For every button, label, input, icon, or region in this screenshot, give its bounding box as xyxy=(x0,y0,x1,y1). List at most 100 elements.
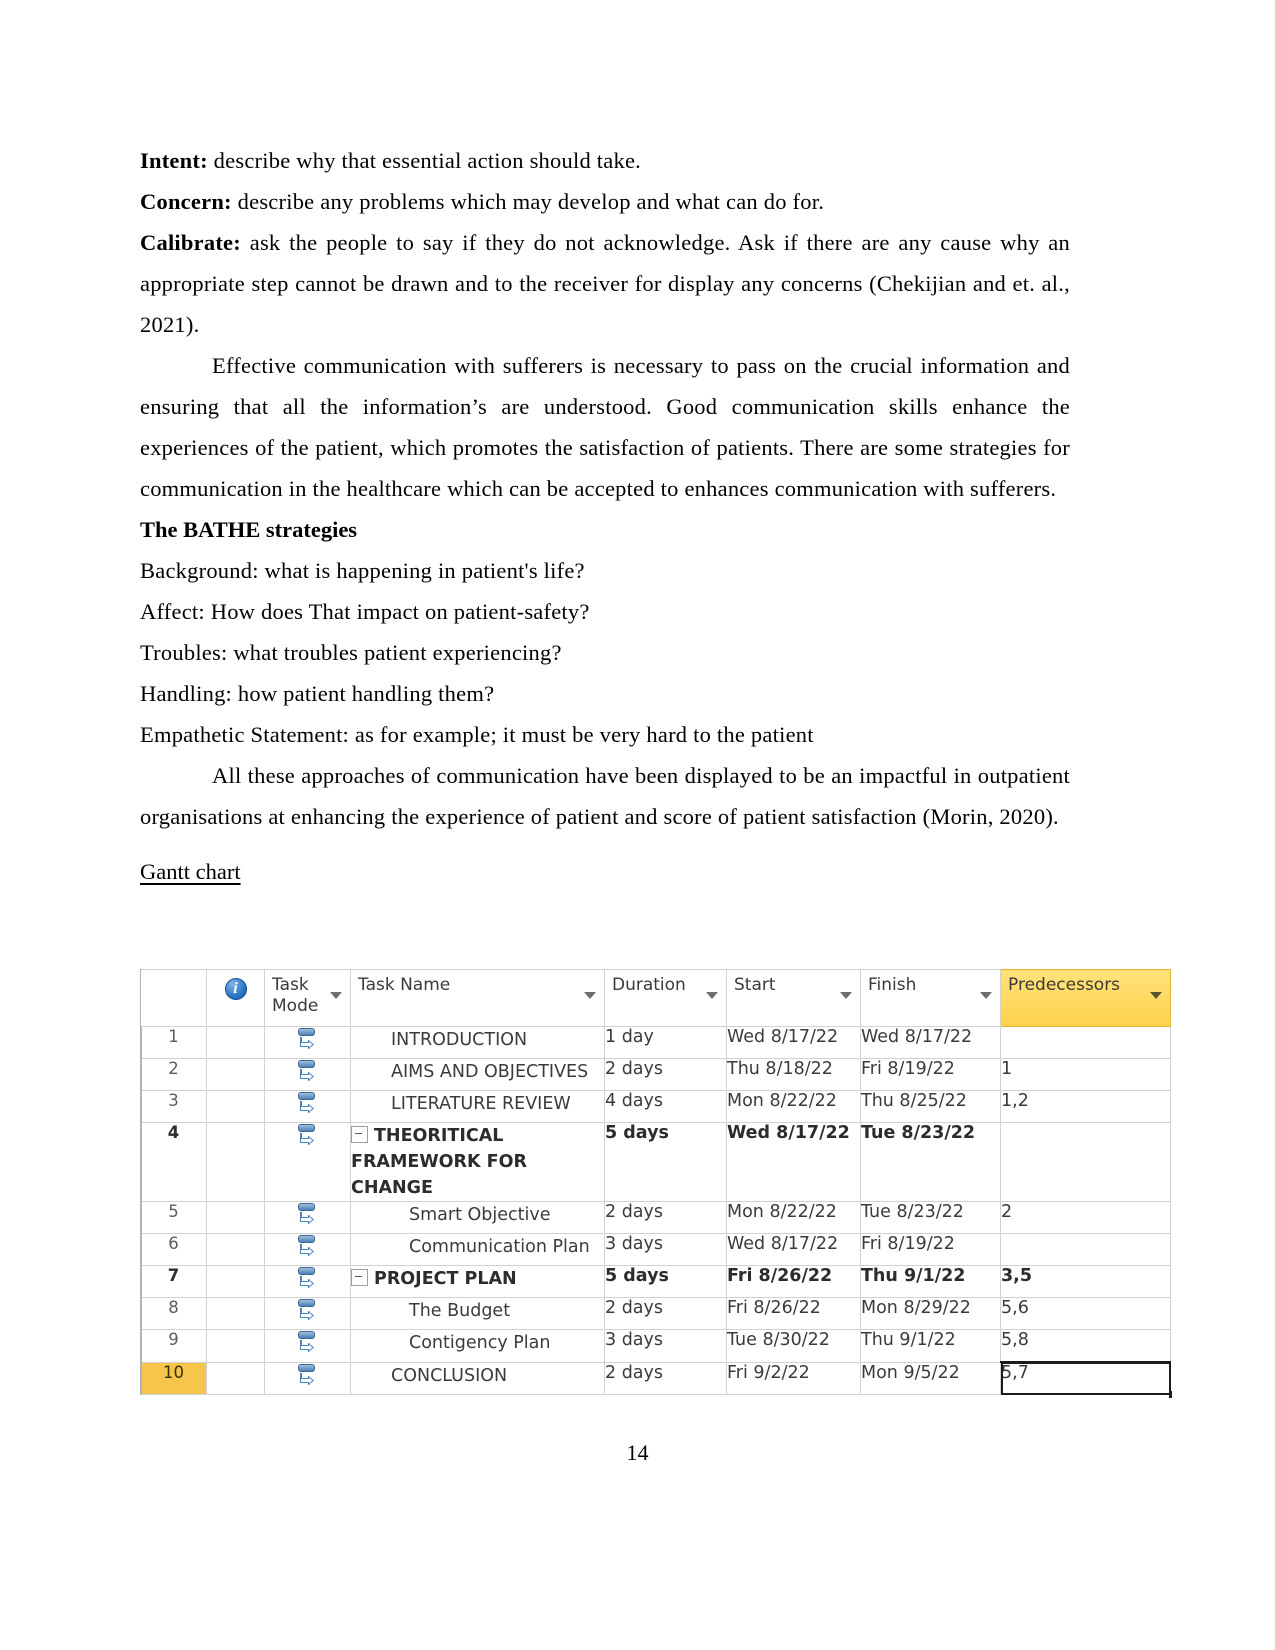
indicator-cell[interactable] xyxy=(206,1090,265,1123)
filter-arrow-icon-predecessors[interactable] xyxy=(1150,992,1162,999)
task-name-cell[interactable]: AIMS AND OBJECTIVES xyxy=(350,1058,605,1091)
start-date-cell[interactable]: Fri 9/2/22 xyxy=(726,1361,861,1395)
table-row[interactable]: 5 Smart Objective 2 days Mon 8/22/22 Tue 8/2… xyxy=(140,1201,1171,1234)
task-name-cell[interactable]: The Budget xyxy=(350,1297,605,1330)
duration-cell[interactable]: 1 day xyxy=(604,1026,727,1059)
start-date-cell[interactable]: Fri 8/26/22 xyxy=(726,1265,861,1298)
start-date-cell[interactable]: Wed 8/17/22 xyxy=(726,1122,861,1202)
collapse-toggle-icon[interactable] xyxy=(351,1269,368,1286)
predecessors-cell[interactable]: 1 xyxy=(1000,1058,1171,1091)
start-date-cell[interactable]: Mon 8/22/22 xyxy=(726,1201,861,1234)
table-row[interactable]: 6 Communication Plan 3 days Wed 8/17/22 Fri … xyxy=(140,1233,1171,1266)
column-header-duration[interactable]: Duration xyxy=(604,969,727,1027)
task-name-cell[interactable]: Communication Plan xyxy=(350,1233,605,1266)
row-id-cell[interactable]: 8 xyxy=(140,1297,207,1330)
duration-cell[interactable]: 2 days xyxy=(604,1361,727,1395)
predecessors-cell[interactable]: 5,7 xyxy=(1000,1361,1173,1398)
table-row[interactable]: 4 THEORITICAL FRAMEWORK FOR CHANGE 5 days W… xyxy=(140,1122,1171,1202)
task-mode-cell[interactable] xyxy=(264,1058,351,1091)
task-name-cell[interactable]: Contigency Plan xyxy=(350,1329,605,1363)
indicator-cell[interactable] xyxy=(206,1297,265,1330)
column-header-task-name[interactable]: Task Name xyxy=(350,969,605,1027)
table-row[interactable]: 3 LITERATURE REVIEW 4 days Mon 8/22/22 Thu 8… xyxy=(140,1090,1171,1123)
task-mode-cell[interactable] xyxy=(264,1090,351,1123)
column-header-id[interactable] xyxy=(140,969,207,1027)
finish-date-cell[interactable]: Wed 8/17/22 xyxy=(860,1026,1001,1059)
column-header-predecessors[interactable]: Predecessors xyxy=(1000,969,1171,1027)
predecessors-cell[interactable]: 2 xyxy=(1000,1201,1171,1234)
duration-cell[interactable]: 5 days xyxy=(604,1265,727,1298)
column-header-start[interactable]: Start xyxy=(726,969,861,1027)
row-id-cell[interactable]: 10 xyxy=(140,1361,207,1395)
predecessors-cell[interactable]: 1,2 xyxy=(1000,1090,1171,1123)
finish-date-cell[interactable]: Thu 9/1/22 xyxy=(860,1265,1001,1298)
duration-cell[interactable]: 4 days xyxy=(604,1090,727,1123)
column-header-task-mode[interactable]: Task Mode xyxy=(264,969,351,1027)
finish-date-cell[interactable]: Tue 8/23/22 xyxy=(860,1122,1001,1202)
table-row[interactable]: 10 CONCLUSION 2 days Fri 9/2/22 Mon 9/5/22 5,… xyxy=(140,1361,1173,1398)
finish-date-cell[interactable]: Mon 9/5/22 xyxy=(860,1361,1001,1395)
row-id-cell[interactable]: 3 xyxy=(140,1090,207,1123)
row-id-cell[interactable]: 9 xyxy=(140,1329,207,1363)
start-date-cell[interactable]: Mon 8/22/22 xyxy=(726,1090,861,1123)
column-header-finish[interactable]: Finish xyxy=(860,969,1001,1027)
task-mode-cell[interactable] xyxy=(264,1201,351,1234)
filter-arrow-icon-task-mode[interactable] xyxy=(330,992,342,999)
row-id-cell[interactable]: 5 xyxy=(140,1201,207,1234)
task-mode-cell[interactable] xyxy=(264,1265,351,1298)
start-date-cell[interactable]: Thu 8/18/22 xyxy=(726,1058,861,1091)
finish-date-cell[interactable]: Thu 9/1/22 xyxy=(860,1329,1001,1363)
task-mode-cell[interactable] xyxy=(264,1361,351,1395)
task-mode-cell[interactable] xyxy=(264,1026,351,1059)
task-mode-cell[interactable] xyxy=(264,1233,351,1266)
duration-cell[interactable]: 2 days xyxy=(604,1058,727,1091)
filter-arrow-icon-finish[interactable] xyxy=(980,992,992,999)
start-date-cell[interactable]: Fri 8/26/22 xyxy=(726,1297,861,1330)
row-id-cell[interactable]: 4 xyxy=(140,1122,207,1202)
finish-date-cell[interactable]: Fri 8/19/22 xyxy=(860,1233,1001,1266)
task-mode-cell[interactable] xyxy=(264,1297,351,1330)
table-row[interactable]: 1 INTRODUCTION 1 day Wed 8/17/22 Wed 8/17/22 xyxy=(140,1026,1171,1059)
task-mode-cell[interactable] xyxy=(264,1122,351,1202)
predecessors-cell[interactable]: 5,8 xyxy=(1000,1329,1171,1363)
table-row[interactable]: 9 Contigency Plan 3 days Tue 8/30/22 Thu 9/1… xyxy=(140,1329,1171,1363)
filter-arrow-icon-duration[interactable] xyxy=(706,992,718,999)
table-row[interactable]: 7 PROJECT PLAN 5 days Fri 8/26/22 Thu 9/1/22… xyxy=(140,1265,1171,1298)
indicator-cell[interactable] xyxy=(206,1122,265,1202)
finish-date-cell[interactable]: Tue 8/23/22 xyxy=(860,1201,1001,1234)
finish-date-cell[interactable]: Thu 8/25/22 xyxy=(860,1090,1001,1123)
task-name-cell[interactable]: PROJECT PLAN xyxy=(350,1265,605,1298)
predecessors-cell[interactable] xyxy=(1000,1026,1171,1059)
duration-cell[interactable]: 3 days xyxy=(604,1233,727,1266)
duration-cell[interactable]: 3 days xyxy=(604,1329,727,1363)
table-row[interactable]: 2 AIMS AND OBJECTIVES 2 days Thu 8/18/22 Fri… xyxy=(140,1058,1171,1091)
row-id-cell[interactable]: 2 xyxy=(140,1058,207,1091)
indicator-cell[interactable] xyxy=(206,1026,265,1059)
finish-date-cell[interactable]: Fri 8/19/22 xyxy=(860,1058,1001,1091)
indicator-cell[interactable] xyxy=(206,1058,265,1091)
start-date-cell[interactable]: Tue 8/30/22 xyxy=(726,1329,861,1363)
task-mode-cell[interactable] xyxy=(264,1329,351,1363)
task-name-cell[interactable]: Smart Objective xyxy=(350,1201,605,1234)
task-name-cell[interactable]: CONCLUSION xyxy=(350,1361,605,1395)
predecessors-cell[interactable]: 3,5 xyxy=(1000,1265,1171,1298)
duration-cell[interactable]: 5 days xyxy=(604,1122,727,1202)
task-name-cell[interactable]: INTRODUCTION xyxy=(350,1026,605,1059)
predecessors-cell[interactable] xyxy=(1000,1233,1171,1266)
row-id-cell[interactable]: 1 xyxy=(140,1026,207,1059)
indicator-cell[interactable] xyxy=(206,1233,265,1266)
row-id-cell[interactable]: 6 xyxy=(140,1233,207,1266)
duration-cell[interactable]: 2 days xyxy=(604,1297,727,1330)
predecessors-cell[interactable]: 5,6 xyxy=(1000,1297,1171,1330)
indicator-cell[interactable] xyxy=(206,1265,265,1298)
indicator-cell[interactable] xyxy=(206,1201,265,1234)
filter-arrow-icon-start[interactable] xyxy=(840,992,852,999)
predecessors-cell[interactable] xyxy=(1000,1122,1171,1202)
duration-cell[interactable]: 2 days xyxy=(604,1201,727,1234)
indicator-cell[interactable] xyxy=(206,1361,265,1395)
filter-arrow-icon-task-name[interactable] xyxy=(584,992,596,999)
collapse-toggle-icon[interactable] xyxy=(351,1126,368,1143)
column-header-indicators[interactable]: i xyxy=(206,969,265,1027)
table-row[interactable]: 8 The Budget 2 days Fri 8/26/22 Mon 8/29/22 5… xyxy=(140,1297,1171,1330)
task-name-cell[interactable]: LITERATURE REVIEW xyxy=(350,1090,605,1123)
